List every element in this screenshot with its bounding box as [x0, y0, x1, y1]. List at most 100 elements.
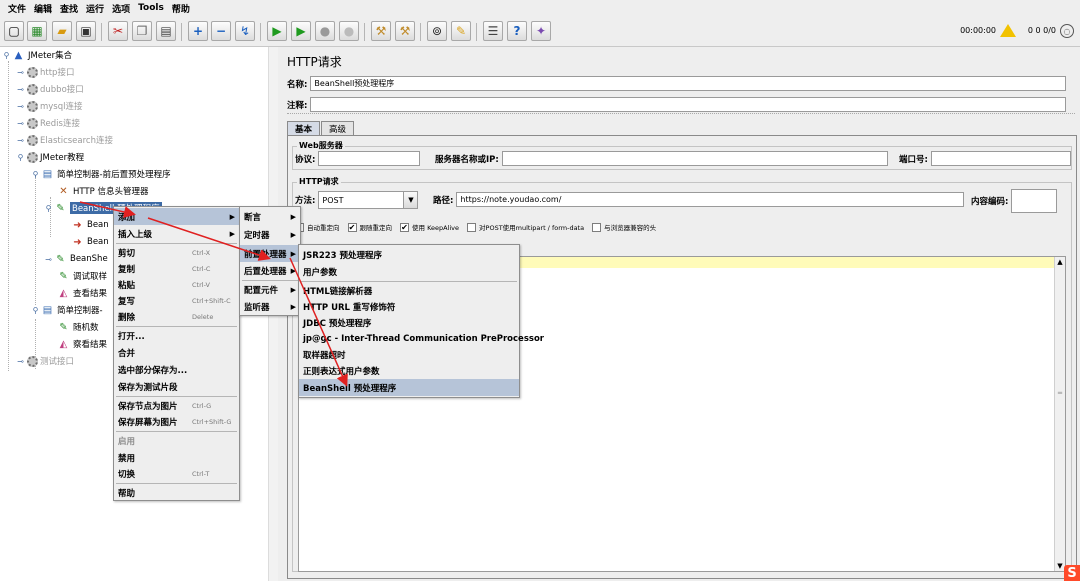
- menu-item-jsr223-pre[interactable]: JSR223 预处理程序: [299, 246, 519, 263]
- new-icon[interactable]: ▢: [4, 21, 24, 41]
- menu-search[interactable]: 查找: [56, 2, 82, 15]
- protocol-field[interactable]: [318, 151, 421, 166]
- tree-toggle-icon[interactable]: ⊸: [16, 102, 25, 111]
- function-helper-icon[interactable]: ☰: [483, 21, 503, 41]
- menu-edit[interactable]: 编辑: [30, 2, 56, 15]
- tree-toggle-icon[interactable]: ⚲: [44, 204, 53, 213]
- editor-scrollbar[interactable]: ▲ ═ ▼: [1054, 257, 1065, 571]
- remote-status-icon[interactable]: ◌: [1060, 24, 1074, 38]
- menu-item-open[interactable]: 打开...: [114, 327, 239, 344]
- paste-icon[interactable]: ▤: [156, 21, 176, 41]
- menu-item-html-link-parser[interactable]: HTML链接解析器: [299, 282, 519, 299]
- menu-item-assertions[interactable]: 断言 ▶: [240, 208, 300, 225]
- menu-item-cut[interactable]: 剪切 Ctrl-X: [114, 244, 239, 261]
- start-icon[interactable]: ▶: [267, 21, 287, 41]
- scroll-down-icon[interactable]: ▼: [1056, 562, 1064, 570]
- tree-toggle-icon[interactable]: ⊸: [16, 136, 25, 145]
- menu-item-add[interactable]: 添加 ▶: [114, 208, 239, 225]
- tree-toggle-icon[interactable]: ⊸: [44, 255, 53, 264]
- tree-node[interactable]: ✕ HTTP 信息头管理器: [56, 184, 148, 198]
- tree-toggle-icon[interactable]: ⊸: [16, 68, 25, 77]
- search-icon[interactable]: ⊚: [427, 21, 447, 41]
- tree-toggle-icon[interactable]: ⚲: [31, 306, 40, 315]
- menu-item-disable[interactable]: 禁用: [114, 449, 239, 466]
- tree-node[interactable]: ⚲ JMeter教程: [16, 150, 84, 164]
- scroll-thumb-icon[interactable]: ═: [1056, 389, 1064, 397]
- tree-node[interactable]: ⊸ 测试接口: [16, 354, 74, 368]
- menu-item-save-fragment[interactable]: 保存为测试片段: [114, 378, 239, 395]
- open-icon[interactable]: ▰: [52, 21, 72, 41]
- tree-node[interactable]: ⊸ mysql连接: [16, 99, 83, 113]
- tree-node[interactable]: ⊸ Redis连接: [16, 116, 80, 130]
- expand-icon[interactable]: +: [188, 21, 208, 41]
- shutdown-icon[interactable]: ●: [339, 21, 359, 41]
- start-no-pause-icon[interactable]: ▶: [291, 21, 311, 41]
- clear-all-icon[interactable]: ⚒: [395, 21, 415, 41]
- keepalive-checkbox[interactable]: ✔: [400, 222, 409, 232]
- server-field[interactable]: [501, 151, 888, 166]
- menu-item-sample-timeout[interactable]: 取样器超时: [299, 346, 519, 363]
- encoding-field[interactable]: [1011, 189, 1058, 213]
- templates-icon[interactable]: ▦: [27, 21, 47, 41]
- tree-node[interactable]: ⊸ http接口: [16, 65, 74, 79]
- menu-options[interactable]: 选项: [108, 2, 134, 15]
- menu-item-beanshell-pre[interactable]: BeanShell 预处理程序: [299, 379, 519, 396]
- tree-toggle-icon[interactable]: ⊸: [16, 85, 25, 94]
- menu-item-listeners[interactable]: 监听器 ▶: [240, 298, 300, 315]
- tree-node[interactable]: ✎ 调试取样: [56, 269, 107, 283]
- menu-item-delete[interactable]: 删除 Delete: [114, 308, 239, 325]
- path-field[interactable]: https://note.youdao.com/: [456, 192, 965, 207]
- menu-item-regex-user-params[interactable]: 正则表达式用户参数: [299, 362, 519, 379]
- menu-item-toggle[interactable]: 切换 Ctrl-T: [114, 465, 239, 482]
- tree-node[interactable]: ➜ Bean: [70, 235, 108, 249]
- follow-redirect-checkbox[interactable]: ✔: [347, 222, 357, 232]
- menu-item-user-params[interactable]: 用户参数: [299, 263, 519, 280]
- tab-advanced[interactable]: 高级: [321, 121, 355, 135]
- tab-basic[interactable]: 基本: [287, 121, 321, 135]
- tree-toggle-icon[interactable]: ⊸: [16, 357, 25, 366]
- multipart-checkbox[interactable]: [467, 222, 477, 232]
- menu-item-insert-parent[interactable]: 插入上级 ▶: [114, 225, 239, 242]
- name-field[interactable]: BeanShell预处理程序: [310, 76, 1067, 91]
- collapse-icon[interactable]: −: [211, 21, 231, 41]
- menu-run[interactable]: 运行: [82, 2, 108, 15]
- menu-file[interactable]: 文件: [4, 2, 30, 15]
- tree-node[interactable]: ⊸ Elasticsearch连接: [16, 133, 113, 147]
- menu-item-merge[interactable]: 合并: [114, 344, 239, 361]
- tree-node[interactable]: ◭ 察看结果: [56, 337, 107, 351]
- menu-item-paste[interactable]: 粘贴 Ctrl-V: [114, 276, 239, 293]
- menu-item-save-screen-image[interactable]: 保存屏幕为图片 Ctrl+Shift-G: [114, 413, 239, 430]
- copy-icon[interactable]: ❐: [132, 21, 152, 41]
- reset-search-icon[interactable]: ✎: [451, 21, 471, 41]
- clear-icon[interactable]: ⚒: [371, 21, 391, 41]
- tree-node[interactable]: ➜ Bean: [70, 218, 108, 232]
- menu-item-duplicate[interactable]: 复写 Ctrl+Shift-C: [114, 292, 239, 309]
- tree-node-root[interactable]: ⚲ ▲ JMeter集合: [2, 48, 73, 62]
- menu-item-config-elements[interactable]: 配置元件 ▶: [240, 281, 300, 298]
- menu-item-save-selection[interactable]: 选中部分保存为...: [114, 361, 239, 378]
- menu-item-jdbc-pre[interactable]: JDBC 预处理程序: [299, 314, 519, 331]
- tree-node[interactable]: ⚲ ▤ 简单控制器-: [31, 303, 103, 317]
- toggle-icon[interactable]: ↯: [235, 21, 255, 41]
- menu-item-inter-thread[interactable]: jp@gc - Inter-Thread Communication PrePr…: [299, 330, 544, 347]
- tree-toggle-icon[interactable]: ⚲: [16, 153, 25, 162]
- tree-node[interactable]: ✎ 随机数: [56, 320, 98, 334]
- port-field[interactable]: [930, 151, 1071, 166]
- menu-item-post-processors[interactable]: 后置处理器 ▶: [240, 262, 300, 279]
- scroll-up-icon[interactable]: ▲: [1056, 258, 1064, 266]
- tree-node[interactable]: ◭ 查看结果: [56, 286, 107, 300]
- menu-item-timers[interactable]: 定时器 ▶: [240, 226, 300, 243]
- save-icon[interactable]: ▣: [76, 21, 96, 41]
- menu-item-pre-processors[interactable]: 前置处理器 ▶: [240, 245, 300, 262]
- cut-icon[interactable]: ✂: [108, 21, 128, 41]
- method-select[interactable]: POST ▼: [318, 191, 419, 209]
- warning-icon[interactable]: [1000, 24, 1016, 37]
- tree-node[interactable]: ⚲ ▤ 简单控制器-前后置预处理程序: [31, 167, 171, 181]
- browser-headers-checkbox[interactable]: [592, 222, 602, 232]
- menu-item-url-rewrite[interactable]: HTTP URL 重写修饰符: [299, 298, 519, 315]
- remote-icon[interactable]: ✦: [531, 21, 551, 41]
- tree-node[interactable]: ⊸ ✎ BeanShe: [44, 252, 108, 266]
- chevron-down-icon[interactable]: ▼: [403, 192, 418, 208]
- tree-toggle-icon[interactable]: ⊸: [16, 119, 25, 128]
- menu-item-save-node-image[interactable]: 保存节点为图片 Ctrl-G: [114, 397, 239, 414]
